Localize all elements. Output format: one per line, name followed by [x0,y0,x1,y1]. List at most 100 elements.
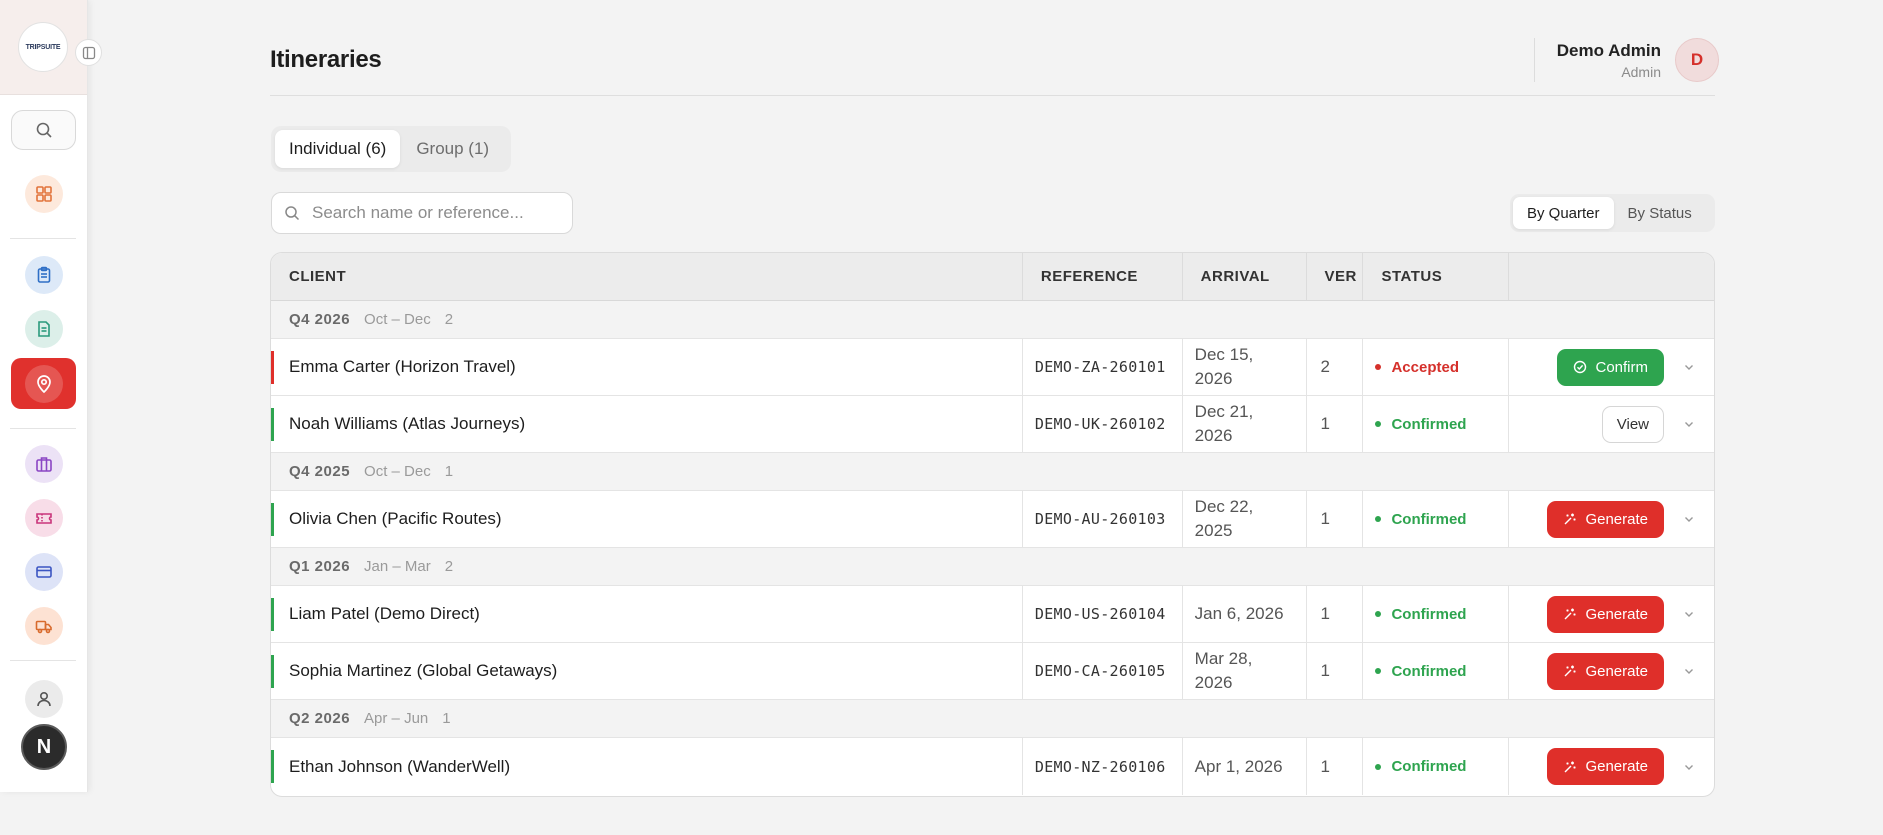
row-actions: Generate [1509,738,1714,795]
view-toggle: By Quarter By Status [1510,194,1715,232]
status-label: Confirmed [1391,510,1467,528]
group-quarter: Q2 2026 [289,710,351,727]
arrival-date: Dec 22, 2025 [1183,491,1307,547]
expand-row-button[interactable] [1682,417,1696,431]
status-label: Accepted [1391,358,1459,376]
status-badge: Confirmed [1363,491,1510,547]
arrival-date-line: Mar 28, [1194,649,1253,668]
expand-row-button[interactable] [1682,607,1696,621]
sidebar-item-payments[interactable] [25,553,63,591]
table-row[interactable]: Sophia Martinez (Global Getaways) DEMO-C… [271,643,1714,700]
confirm-button[interactable]: Confirm [1557,348,1664,386]
row-status-indicator [271,503,274,536]
generate-button-label: Generate [1585,662,1648,680]
sidebar-header: TRIPSUITE [0,0,87,95]
status-dot [1375,364,1382,370]
reference-code: DEMO-UK-260102 [1023,396,1183,452]
user-name: Demo Admin [1556,41,1661,60]
row-actions: Confirm [1509,339,1714,395]
sparkle-icon [1564,665,1576,677]
expand-row-button[interactable] [1682,512,1696,526]
arrival-date: Mar 28, 2026 [1183,643,1307,699]
dashboard-grid-icon [36,186,52,202]
table-row[interactable]: Olivia Chen (Pacific Routes) DEMO-AU-260… [271,491,1714,548]
view-button[interactable]: View [1601,405,1664,443]
column-header-client[interactable]: CLIENT [271,253,1023,300]
column-header-arrival[interactable]: ARRIVAL [1183,253,1307,300]
table-header: CLIENT REFERENCE ARRIVAL VER STATUS [271,253,1714,301]
arrival-date-line: Dec 22, [1194,497,1254,516]
generate-button-label: Generate [1585,605,1648,623]
sidebar-item-profile[interactable] [25,680,63,718]
generate-button[interactable]: Generate [1547,652,1664,690]
workspace-avatar[interactable]: N [21,724,67,770]
user-icon [37,691,51,707]
search-icon [36,122,52,138]
chevron-down-icon [1685,764,1693,770]
group-range: Oct – Dec [364,311,431,328]
sidebar-item-dashboard[interactable] [25,175,63,213]
table-row[interactable]: Emma Carter (Horizon Travel) DEMO-ZA-260… [271,339,1714,396]
group-count: 1 [444,463,454,480]
status-badge: Confirmed [1363,586,1510,642]
sidebar-search-button[interactable] [11,110,76,150]
tab-individual[interactable]: Individual (6) [275,130,401,168]
status-badge: Confirmed [1363,738,1510,795]
view-by-quarter-button[interactable]: By Quarter [1513,197,1614,229]
briefcase-icon [36,457,52,472]
arrival-date: Dec 15, 2026 [1183,339,1307,395]
row-actions: Generate [1509,491,1714,547]
table-row[interactable]: Noah Williams (Atlas Journeys) DEMO-UK-2… [271,396,1714,453]
row-status-indicator [271,598,274,631]
status-dot [1375,611,1382,617]
expand-row-button[interactable] [1682,760,1696,774]
arrival-date-line: Apr 1, 2026 [1194,756,1283,776]
logo-text: TRIPSUITE [25,43,61,51]
table-row[interactable]: Liam Patel (Demo Direct) DEMO-US-260104 … [271,586,1714,643]
generate-button[interactable]: Generate [1547,500,1664,538]
check-circle-icon [1574,360,1587,374]
version-number: 1 [1307,586,1364,642]
row-status-indicator [271,655,274,688]
app-logo[interactable]: TRIPSUITE [18,22,68,72]
credit-card-icon [36,566,52,578]
arrival-date: Jan 6, 2026 [1183,586,1307,642]
sidebar-item-tickets[interactable] [25,499,63,537]
sidebar-item-transport[interactable] [25,607,63,645]
arrival-date-line: 2026 [1194,369,1233,388]
generate-button[interactable]: Generate [1547,595,1664,633]
sidebar: TRIPSUITE N [0,0,102,792]
sidebar-item-bookings[interactable] [25,445,63,483]
group-header: Q4 2025 Oct – Dec 1 [271,453,1714,491]
status-label: Confirmed [1391,662,1467,680]
group-header: Q1 2026 Jan – Mar 2 [271,548,1714,586]
status-label: Confirmed [1391,758,1467,775]
status-dot [1375,763,1382,770]
sidebar-item-clipboard[interactable] [25,256,63,294]
version-number: 1 [1307,738,1364,795]
view-by-status-button[interactable]: By Status [1614,197,1706,229]
generate-button[interactable]: Generate [1547,748,1664,785]
table-row[interactable]: Ethan Johnson (WanderWell) DEMO-NZ-26010… [271,738,1714,795]
sidebar-item-itineraries-bg [24,364,63,403]
expand-row-button[interactable] [1682,664,1696,678]
collapse-sidebar-button[interactable] [75,39,102,66]
column-header-version[interactable]: VER [1307,253,1364,300]
expand-row-button[interactable] [1682,360,1696,374]
group-count: 1 [442,710,451,727]
search-input[interactable] [312,203,562,223]
user-avatar[interactable]: D [1675,38,1719,82]
reference-code: DEMO-AU-260103 [1023,491,1183,547]
document-icon [38,321,50,337]
group-range: Jan – Mar [364,558,431,575]
group-quarter: Q1 2026 [289,558,351,575]
sidebar-item-itineraries[interactable] [11,358,76,409]
tab-group[interactable]: Group (1) [402,130,503,168]
column-header-reference[interactable]: REFERENCE [1023,253,1183,300]
client-name: Sophia Martinez (Global Getaways) [271,643,1023,699]
arrival-date-line: Dec 15, [1194,345,1254,364]
column-header-status[interactable]: STATUS [1363,253,1510,300]
status-badge: Accepted [1363,339,1510,395]
group-quarter: Q4 2026 [289,311,351,328]
sidebar-item-documents[interactable] [25,310,63,348]
